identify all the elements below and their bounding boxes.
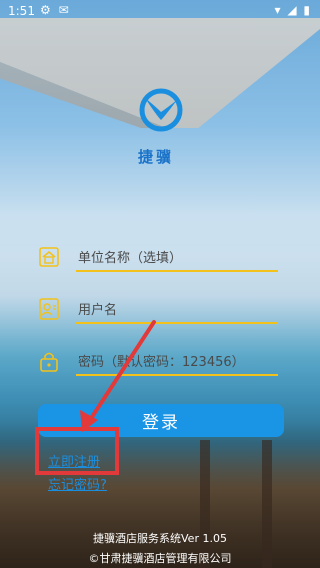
footer-copyright: ©甘肃捷骥酒店管理有限公司 bbox=[88, 552, 232, 565]
battery-icon: ▮ bbox=[303, 3, 310, 17]
status-right-icons: ▾ ◢ ▮ bbox=[274, 3, 310, 17]
id-card-icon bbox=[39, 298, 59, 320]
gear-icon: ⚙ bbox=[40, 3, 51, 17]
status-bar: 1:51 ⚙ ✉ ▾ ◢ ▮ bbox=[0, 0, 320, 22]
user-field[interactable] bbox=[38, 298, 278, 324]
building-icon bbox=[39, 247, 59, 267]
lock-icon bbox=[40, 352, 58, 372]
password-input[interactable] bbox=[78, 352, 278, 372]
user-underline bbox=[76, 322, 278, 324]
status-left-icons: ⚙ ✉ bbox=[40, 3, 69, 17]
password-field[interactable] bbox=[38, 350, 278, 376]
wifi-icon: ▾ bbox=[274, 3, 281, 17]
email-icon: ✉ bbox=[58, 3, 69, 17]
brand-logo bbox=[139, 88, 183, 132]
forgot-password-link[interactable]: 忘记密码? bbox=[48, 474, 107, 493]
status-time: 1:51 bbox=[8, 4, 35, 18]
unit-field[interactable] bbox=[38, 246, 278, 272]
unit-underline bbox=[76, 270, 278, 272]
railing-post bbox=[262, 440, 272, 568]
signal-icon: ◢ bbox=[287, 3, 297, 17]
unit-input[interactable] bbox=[78, 248, 278, 268]
railing-post bbox=[200, 440, 210, 568]
password-underline bbox=[76, 374, 278, 376]
footer-version: 捷骥酒店服务系统Ver 1.05 bbox=[93, 532, 227, 545]
brand-name: 捷骥 bbox=[138, 148, 175, 166]
annotation-highlight-box bbox=[35, 427, 119, 475]
username-input[interactable] bbox=[78, 300, 278, 320]
